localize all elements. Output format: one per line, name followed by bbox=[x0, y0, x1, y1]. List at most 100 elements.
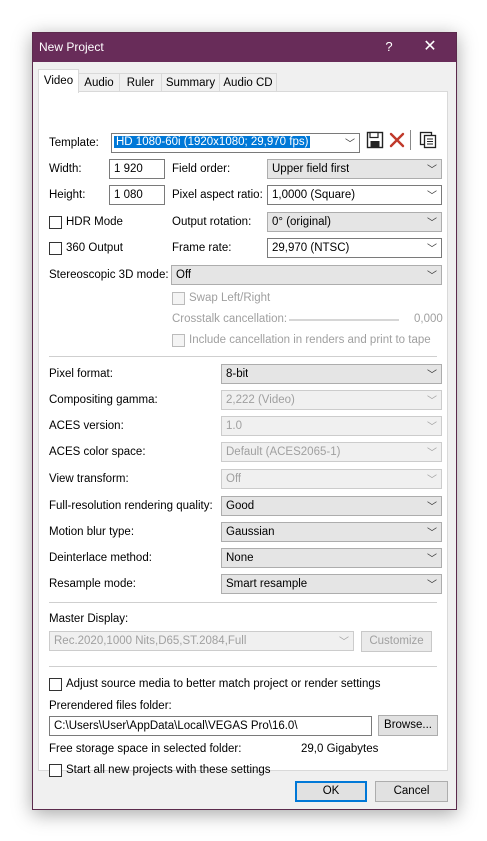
crosstalk-slider[interactable] bbox=[289, 319, 399, 321]
view-transform-label: View transform: bbox=[49, 473, 129, 485]
window-title: New Project bbox=[39, 40, 104, 54]
start-all-checkbox[interactable] bbox=[49, 764, 62, 777]
video-tab-panel: Template: HD 1080-60i (1920x1080; 29,970… bbox=[38, 91, 448, 777]
chevron-down-icon: ﹀ bbox=[427, 554, 437, 565]
master-display-label: Master Display: bbox=[49, 613, 129, 625]
free-storage-value: 29,0 Gigabytes bbox=[301, 743, 379, 755]
cancel-button[interactable]: Cancel bbox=[375, 781, 448, 802]
swap-checkbox[interactable] bbox=[172, 292, 185, 305]
output-rotation-combo[interactable]: 0° (original) ﹀ bbox=[267, 212, 442, 232]
chevron-down-icon: ﹀ bbox=[427, 218, 437, 229]
height-label: Height: bbox=[49, 189, 86, 201]
hdr-mode-label: HDR Mode bbox=[66, 216, 123, 228]
frame-rate-label: Frame rate: bbox=[172, 242, 232, 254]
help-button[interactable]: ? bbox=[379, 37, 399, 57]
aces-version-label: ACES version: bbox=[49, 420, 124, 432]
new-project-dialog: New Project ? ✕ Video Audio Ruler Summar… bbox=[32, 32, 457, 810]
title-bar[interactable]: New Project ? ✕ bbox=[33, 33, 456, 62]
deinterlace-combo[interactable]: None ﹀ bbox=[221, 548, 442, 568]
compositing-gamma-value: 2,222 (Video) bbox=[226, 394, 295, 406]
output-360-checkbox[interactable] bbox=[49, 242, 62, 255]
pixel-aspect-value: 1,0000 (Square) bbox=[272, 189, 356, 201]
render-quality-value: Good bbox=[226, 500, 255, 512]
field-order-value: Upper field first bbox=[272, 163, 350, 175]
stereo3d-label: Stereoscopic 3D mode: bbox=[49, 269, 169, 281]
chevron-down-icon: ﹀ bbox=[427, 475, 437, 486]
separator bbox=[49, 356, 437, 357]
swap-label: Swap Left/Right bbox=[189, 292, 271, 304]
template-combo[interactable]: HD 1080-60i (1920x1080; 29,970 fps) ﹀ bbox=[111, 133, 360, 153]
field-order-label: Field order: bbox=[172, 163, 231, 175]
toolbar-divider bbox=[410, 130, 411, 150]
compositing-gamma-combo[interactable]: 2,222 (Video) ﹀ bbox=[221, 390, 442, 410]
copy-icon[interactable] bbox=[419, 131, 437, 149]
render-quality-combo[interactable]: Good ﹀ bbox=[221, 496, 442, 516]
browse-button[interactable]: Browse... bbox=[378, 715, 438, 736]
aces-version-value: 1.0 bbox=[226, 420, 242, 432]
separator bbox=[49, 602, 437, 603]
deinterlace-label: Deinterlace method: bbox=[49, 552, 152, 564]
close-icon[interactable]: ✕ bbox=[419, 36, 441, 58]
resample-label: Resample mode: bbox=[49, 578, 136, 590]
adjust-source-label: Adjust source media to better match proj… bbox=[66, 678, 381, 690]
chevron-down-icon: ﹀ bbox=[427, 191, 437, 202]
stereo3d-combo[interactable]: Off ﹀ bbox=[171, 265, 442, 285]
output-360-label: 360 Output bbox=[66, 242, 123, 254]
separator bbox=[49, 666, 437, 667]
motion-blur-label: Motion blur type: bbox=[49, 526, 135, 538]
hdr-mode-checkbox[interactable] bbox=[49, 216, 62, 229]
chevron-down-icon: ﹀ bbox=[427, 396, 437, 407]
output-rotation-label: Output rotation: bbox=[172, 216, 252, 228]
aces-color-space-combo[interactable]: Default (ACES2065-1) ﹀ bbox=[221, 442, 442, 462]
pixel-format-combo[interactable]: 8-bit ﹀ bbox=[221, 364, 442, 384]
tab-audio-cd[interactable]: Audio CD bbox=[219, 73, 277, 92]
chevron-down-icon: ﹀ bbox=[427, 271, 437, 282]
save-icon[interactable] bbox=[366, 131, 384, 149]
motion-blur-value: Gaussian bbox=[226, 526, 275, 538]
width-input[interactable]: 1 920 bbox=[109, 159, 165, 179]
chevron-down-icon: ﹀ bbox=[345, 139, 355, 150]
chevron-down-icon: ﹀ bbox=[427, 528, 437, 539]
master-display-combo[interactable]: Rec.2020,1000 Nits,D65,ST.2084,Full ﹀ bbox=[49, 631, 354, 651]
frame-rate-value: 29,970 (NTSC) bbox=[272, 242, 350, 254]
pixel-format-label: Pixel format: bbox=[49, 368, 113, 380]
width-label: Width: bbox=[49, 163, 82, 175]
free-storage-label: Free storage space in selected folder: bbox=[49, 743, 242, 755]
motion-blur-combo[interactable]: Gaussian ﹀ bbox=[221, 522, 442, 542]
width-value: 1 920 bbox=[114, 163, 143, 175]
customize-button[interactable]: Customize bbox=[361, 631, 432, 652]
delete-icon[interactable] bbox=[389, 132, 405, 148]
chevron-down-icon: ﹀ bbox=[427, 244, 437, 255]
chevron-down-icon: ﹀ bbox=[427, 580, 437, 591]
chevron-down-icon: ﹀ bbox=[427, 502, 437, 513]
chevron-down-icon: ﹀ bbox=[427, 448, 437, 459]
aces-color-space-value: Default (ACES2065-1) bbox=[226, 446, 341, 458]
tab-summary[interactable]: Summary bbox=[161, 73, 220, 92]
field-order-combo[interactable]: Upper field first ﹀ bbox=[267, 159, 442, 179]
start-all-label: Start all new projects with these settin… bbox=[66, 764, 271, 776]
tab-video[interactable]: Video bbox=[38, 69, 79, 93]
tab-ruler[interactable]: Ruler bbox=[119, 73, 162, 92]
view-transform-combo[interactable]: Off ﹀ bbox=[221, 469, 442, 489]
pixel-aspect-label: Pixel aspect ratio: bbox=[172, 189, 263, 201]
template-value: HD 1080-60i (1920x1080; 29,970 fps) bbox=[114, 136, 311, 148]
height-value: 1 080 bbox=[114, 189, 143, 201]
chevron-down-icon: ﹀ bbox=[427, 165, 437, 176]
output-rotation-value: 0° (original) bbox=[272, 216, 331, 228]
prerendered-label: Prerendered files folder: bbox=[49, 700, 172, 712]
height-input[interactable]: 1 080 bbox=[109, 185, 165, 205]
deinterlace-value: None bbox=[226, 552, 254, 564]
tab-audio[interactable]: Audio bbox=[78, 73, 120, 92]
ok-button[interactable]: OK bbox=[295, 781, 367, 802]
aces-version-combo[interactable]: 1.0 ﹀ bbox=[221, 416, 442, 436]
adjust-source-checkbox[interactable] bbox=[49, 678, 62, 691]
stereo3d-value: Off bbox=[176, 269, 192, 281]
chevron-down-icon: ﹀ bbox=[339, 637, 349, 648]
pixel-aspect-combo[interactable]: 1,0000 (Square) ﹀ bbox=[267, 185, 442, 205]
include-cancel-checkbox[interactable] bbox=[172, 334, 185, 347]
crosstalk-value: 0,000 bbox=[414, 313, 443, 325]
resample-combo[interactable]: Smart resample ﹀ bbox=[221, 574, 442, 594]
prerendered-folder-input[interactable]: C:\Users\User\AppData\Local\VEGAS Pro\16… bbox=[49, 716, 372, 736]
frame-rate-combo[interactable]: 29,970 (NTSC) ﹀ bbox=[267, 238, 442, 258]
master-display-value: Rec.2020,1000 Nits,D65,ST.2084,Full bbox=[54, 635, 247, 647]
